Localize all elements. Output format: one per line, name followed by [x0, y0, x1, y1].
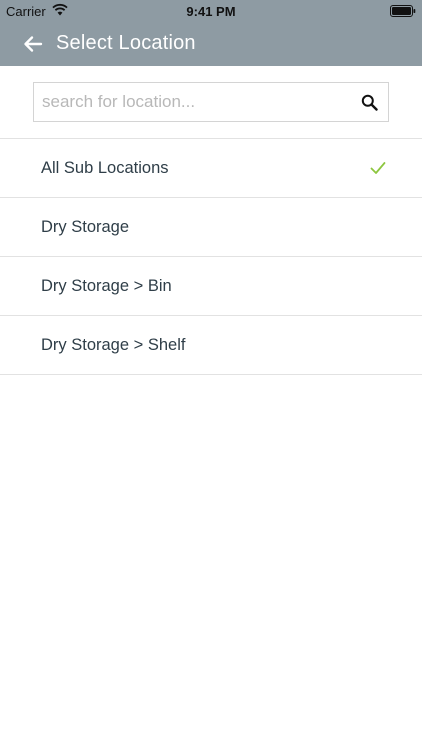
search-box[interactable] — [33, 82, 389, 122]
search-icon[interactable] — [361, 94, 378, 111]
arrow-left-icon[interactable] — [20, 31, 46, 57]
nav-bar: Select Location — [0, 22, 422, 66]
location-row-all-sub-locations[interactable]: All Sub Locations — [0, 139, 422, 198]
checkmark-icon — [370, 162, 386, 174]
status-bar: Carrier 9:41 PM — [0, 0, 422, 22]
page-title: Select Location — [56, 32, 196, 54]
location-row-dry-storage-shelf[interactable]: Dry Storage > Shelf — [0, 316, 422, 375]
clock: 9:41 PM — [186, 4, 236, 19]
location-row-dry-storage-bin[interactable]: Dry Storage > Bin — [0, 257, 422, 316]
app-header: Carrier 9:41 PM Select Location — [0, 0, 422, 66]
search-section — [0, 66, 422, 139]
location-list: All Sub Locations Dry Storage Dry Storag… — [0, 139, 422, 375]
search-input[interactable] — [34, 83, 354, 121]
location-label: All Sub Locations — [41, 159, 169, 177]
location-label: Dry Storage > Shelf — [41, 336, 186, 354]
battery-icon — [390, 5, 416, 17]
location-label: Dry Storage > Bin — [41, 277, 172, 295]
location-row-dry-storage[interactable]: Dry Storage — [0, 198, 422, 257]
location-label: Dry Storage — [41, 218, 130, 236]
